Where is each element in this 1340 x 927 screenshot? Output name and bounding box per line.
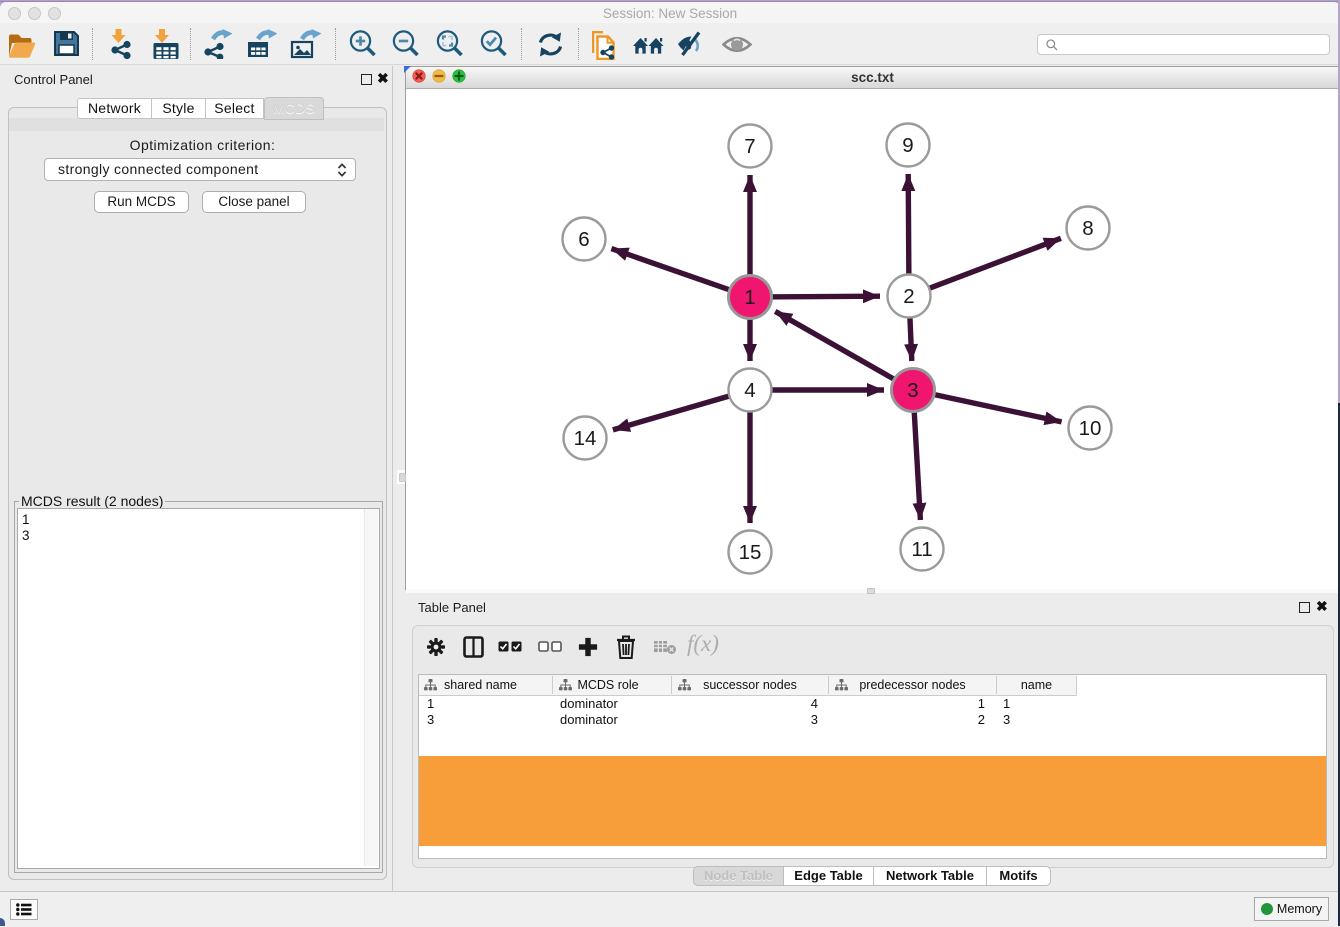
svg-text:14: 14 bbox=[574, 427, 597, 450]
svg-text:4: 4 bbox=[744, 379, 755, 402]
svg-text:7: 7 bbox=[744, 135, 755, 158]
svg-text:1: 1 bbox=[744, 286, 755, 309]
svg-text:6: 6 bbox=[578, 228, 589, 251]
svg-text:10: 10 bbox=[1079, 417, 1102, 440]
svg-text:2: 2 bbox=[903, 285, 914, 308]
svg-text:15: 15 bbox=[739, 541, 762, 564]
svg-text:11: 11 bbox=[911, 538, 932, 561]
svg-text:3: 3 bbox=[907, 379, 918, 402]
svg-text:9: 9 bbox=[902, 134, 913, 157]
svg-text:8: 8 bbox=[1082, 217, 1093, 240]
